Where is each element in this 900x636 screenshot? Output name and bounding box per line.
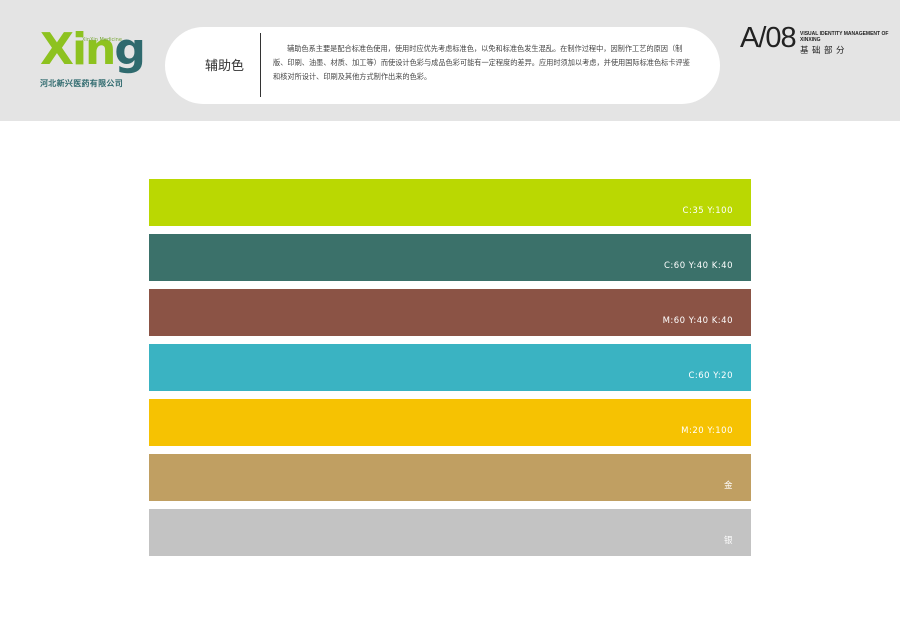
section-info-panel: 辅助色 辅助色系主要是配合标准色使用，使用时应优先考虑标准色，以免和标准色发生混… xyxy=(165,27,720,104)
title-divider xyxy=(260,33,261,97)
color-swatch: 金 xyxy=(149,454,751,501)
color-swatch: C:35 Y:100 xyxy=(149,179,751,226)
color-swatch: 银 xyxy=(149,509,751,556)
color-swatch-label: 银 xyxy=(723,536,733,546)
page-code-chinese: 基础部分 xyxy=(800,46,849,56)
color-swatch-label: M:60 Y:40 K:40 xyxy=(662,316,733,326)
color-swatch: M:60 Y:40 K:40 xyxy=(149,289,751,336)
color-swatch-label: M:20 Y:100 xyxy=(681,426,733,436)
color-swatch: M:20 Y:100 xyxy=(149,399,751,446)
page-code: A/08 xyxy=(740,22,797,54)
logo-company-name: 河北新兴医药有限公司 xyxy=(40,79,123,88)
color-swatch-list: C:35 Y:100 C:60 Y:40 K:40 M:60 Y:40 K:40 C:… xyxy=(149,179,751,564)
logo-letters-in: in xyxy=(71,24,116,75)
section-title: 辅助色 xyxy=(205,59,245,74)
section-description: 辅助色系主要是配合标准色使用，使用时应优先考虑标准色，以免和标准色发生混乱。在制… xyxy=(273,44,690,81)
color-swatch-label: C:35 Y:100 xyxy=(682,206,733,216)
color-swatch: C:60 Y:40 K:40 xyxy=(149,234,751,281)
color-swatch-label: C:60 Y:40 K:40 xyxy=(663,261,733,271)
logo-letter-x: X xyxy=(40,24,74,75)
company-logo: Xing XinXin Medicine 河北新兴医药有限公司 xyxy=(40,28,150,94)
page-code-english: VISUAL IDENTITY MANAGEMENT OF XINXING xyxy=(800,31,889,43)
logo-wordmark: Xing xyxy=(40,28,146,72)
logo-subtitle: XinXin Medicine xyxy=(82,37,122,43)
color-swatch: C:60 Y:20 xyxy=(149,344,751,391)
logo-letter-g: g xyxy=(114,24,145,75)
header-band: Xing XinXin Medicine 河北新兴医药有限公司 辅助色 辅助色系… xyxy=(0,0,900,121)
color-swatch-label: C:60 Y:20 xyxy=(688,371,733,381)
color-swatch-label: 金 xyxy=(723,481,733,491)
